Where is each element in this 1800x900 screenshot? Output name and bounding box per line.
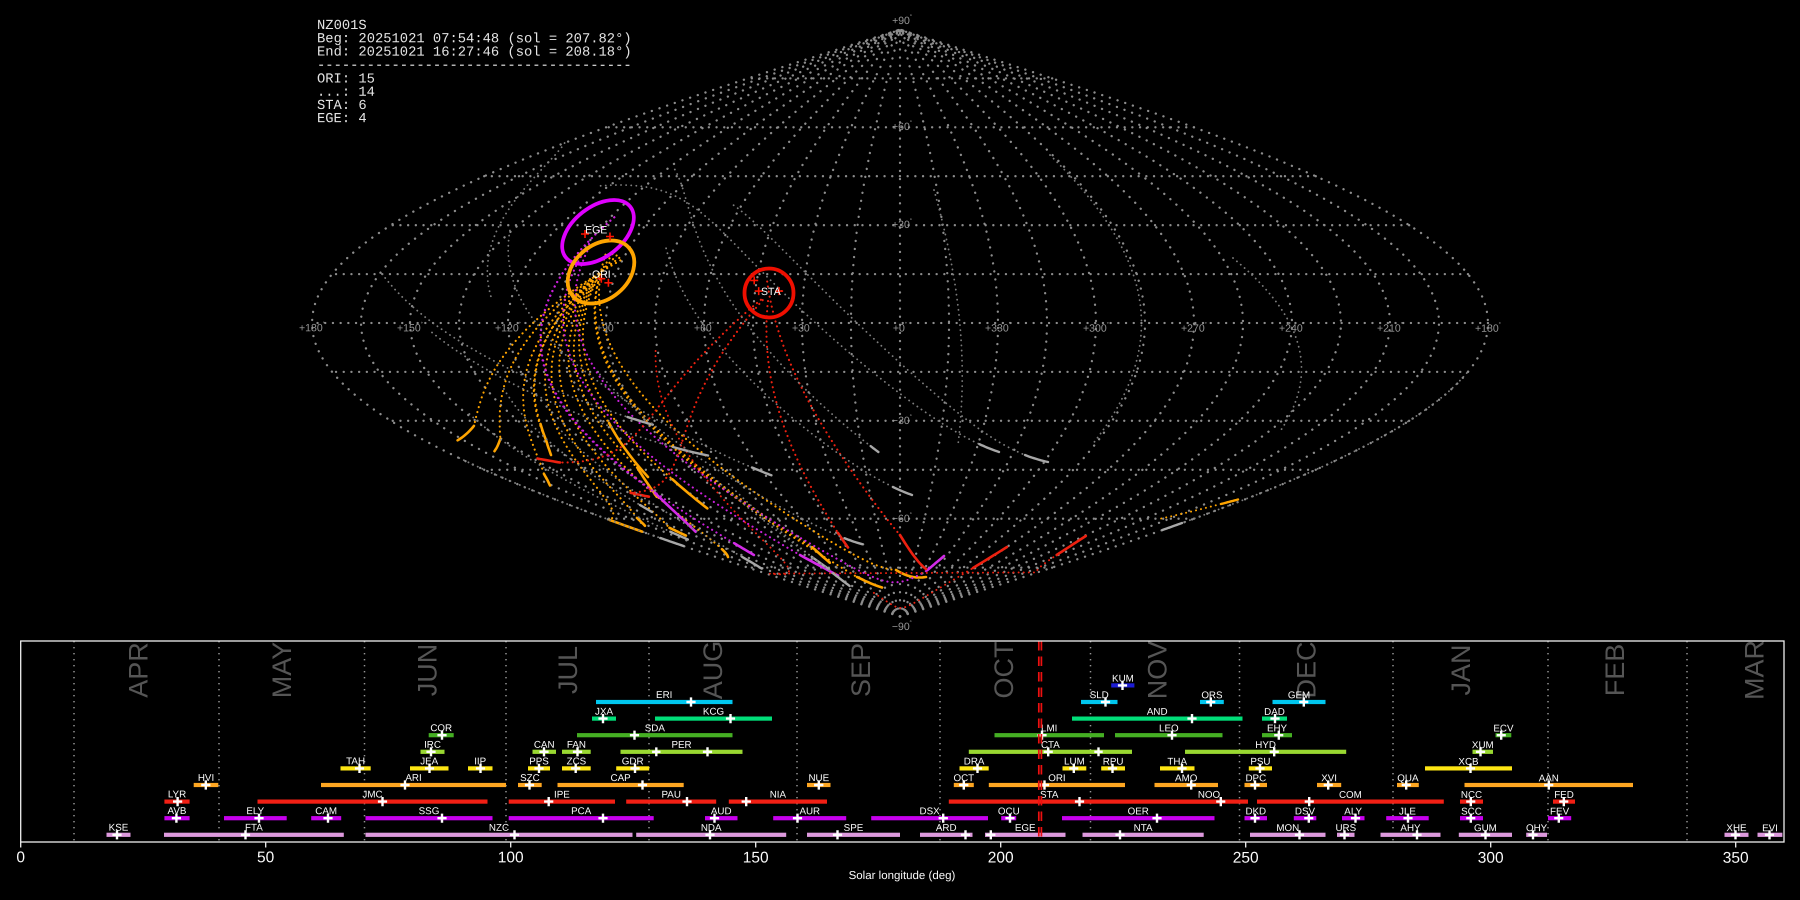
svg-text:300: 300 <box>1478 850 1504 867</box>
svg-text:ORI: ORI <box>1048 773 1065 784</box>
svg-text:MAY: MAY <box>267 642 297 699</box>
svg-text:EGE: 4: EGE: 4 <box>317 112 367 127</box>
svg-text:OER: OER <box>1128 806 1149 817</box>
svg-text:NIA: NIA <box>770 790 787 801</box>
svg-text:COM: COM <box>1339 790 1362 801</box>
svg-text:ELY: ELY <box>246 806 264 817</box>
svg-text:GEM: GEM <box>1288 690 1310 701</box>
svg-text:LEO: LEO <box>1159 723 1179 734</box>
svg-text:+120˚: +120˚ <box>495 321 521 334</box>
svg-text:OCU: OCU <box>998 806 1020 817</box>
svg-text:Solar longitude (deg): Solar longitude (deg) <box>849 870 956 882</box>
svg-text:+330˚: +330˚ <box>985 322 1011 335</box>
svg-text:CAM: CAM <box>315 806 337 817</box>
svg-text:50: 50 <box>257 849 275 866</box>
svg-text:SDA: SDA <box>645 723 666 734</box>
svg-text:+270˚: +270˚ <box>1181 322 1207 335</box>
svg-text:XHE: XHE <box>1726 823 1747 834</box>
svg-text:SEP: SEP <box>846 643 876 697</box>
svg-text:XCB: XCB <box>1458 757 1479 768</box>
svg-text:GDR: GDR <box>622 756 644 767</box>
svg-text:JMC: JMC <box>362 790 382 801</box>
svg-text:200: 200 <box>988 850 1014 867</box>
svg-text:AUG: AUG <box>698 641 728 700</box>
svg-text:HYD: HYD <box>1255 740 1276 751</box>
svg-text:+180˚: +180˚ <box>299 321 325 334</box>
svg-text:−60˚: −60˚ <box>892 512 912 525</box>
svg-text:JXA: JXA <box>595 707 613 718</box>
svg-text:PAU: PAU <box>661 790 680 801</box>
svg-text:+30˚: +30˚ <box>892 218 912 231</box>
svg-text:ARD: ARD <box>936 823 957 834</box>
svg-text:NZC: NZC <box>489 823 509 834</box>
svg-text:STA: STA <box>761 286 781 298</box>
svg-text:ECV: ECV <box>1493 724 1514 735</box>
svg-text:JAN: JAN <box>1446 644 1476 695</box>
svg-text:SSG: SSG <box>419 806 440 817</box>
svg-text:+60˚: +60˚ <box>892 120 912 133</box>
svg-text:+210˚: +210˚ <box>1377 322 1403 335</box>
svg-text:+60˚: +60˚ <box>694 321 714 334</box>
svg-text:+90˚: +90˚ <box>892 14 912 27</box>
svg-text:350: 350 <box>1723 850 1749 867</box>
svg-text:JUN: JUN <box>413 644 443 697</box>
svg-text:STA: STA <box>1040 790 1059 801</box>
svg-text:MON: MON <box>1276 823 1299 834</box>
svg-text:IRC: IRC <box>424 740 441 751</box>
svg-text:ALY: ALY <box>1344 806 1362 817</box>
svg-text:+90˚: +90˚ <box>596 321 616 334</box>
svg-text:SPE: SPE <box>844 823 864 834</box>
svg-text:NDA: NDA <box>701 823 722 834</box>
svg-text:LMI: LMI <box>1041 723 1057 734</box>
svg-text:OHY: OHY <box>1526 823 1548 834</box>
svg-text:150: 150 <box>743 849 769 866</box>
svg-text:FTA: FTA <box>245 823 263 834</box>
svg-text:PER: PER <box>671 740 691 751</box>
svg-text:AUR: AUR <box>799 806 820 817</box>
svg-text:CAP: CAP <box>611 773 632 784</box>
svg-text:THA: THA <box>1167 757 1187 768</box>
svg-text:URS: URS <box>1335 823 1356 834</box>
svg-text:JUL: JUL <box>553 646 583 694</box>
svg-text:+180˚: +180˚ <box>1475 322 1501 335</box>
svg-text:ORS: ORS <box>1201 690 1223 701</box>
svg-text:FEB: FEB <box>1600 644 1630 697</box>
svg-text:PCA: PCA <box>571 806 592 817</box>
svg-text:AND: AND <box>1147 707 1168 718</box>
svg-text:MAR: MAR <box>1740 640 1770 700</box>
svg-text:ARI: ARI <box>405 773 421 784</box>
svg-text:ORI: ORI <box>592 269 611 281</box>
svg-text:IPE: IPE <box>554 790 570 801</box>
svg-text:TAH: TAH <box>346 756 365 767</box>
svg-text:AMO: AMO <box>1175 773 1198 784</box>
svg-text:+150˚: +150˚ <box>397 321 423 334</box>
svg-text:NOV: NOV <box>1143 641 1173 700</box>
svg-text:0: 0 <box>16 849 25 866</box>
svg-text:NTA: NTA <box>1134 823 1153 834</box>
svg-text:EGE: EGE <box>1015 823 1036 834</box>
svg-text:ERI: ERI <box>656 690 672 701</box>
svg-text:+300˚: +300˚ <box>1083 322 1109 335</box>
svg-text:−90˚: −90˚ <box>892 620 912 633</box>
svg-text:APR: APR <box>124 642 154 698</box>
svg-text:100: 100 <box>498 849 524 866</box>
svg-text:KSE: KSE <box>109 823 129 834</box>
svg-text:DSV: DSV <box>1295 806 1316 817</box>
svg-text:DSX: DSX <box>920 806 941 817</box>
svg-text:KCG: KCG <box>703 707 724 718</box>
svg-text:EHY: EHY <box>1267 723 1288 734</box>
svg-text:DRA: DRA <box>964 757 985 768</box>
svg-text:CTA: CTA <box>1041 740 1060 751</box>
svg-text:−30˚: −30˚ <box>892 414 912 427</box>
svg-text:OCT: OCT <box>989 642 1019 699</box>
svg-text:EGE: EGE <box>585 224 607 236</box>
svg-text:250: 250 <box>1233 850 1259 867</box>
svg-text:+30˚: +30˚ <box>792 321 812 334</box>
svg-text:XUM: XUM <box>1472 740 1494 751</box>
svg-text:QUA: QUA <box>1397 773 1419 784</box>
svg-text:NOO: NOO <box>1198 790 1221 801</box>
